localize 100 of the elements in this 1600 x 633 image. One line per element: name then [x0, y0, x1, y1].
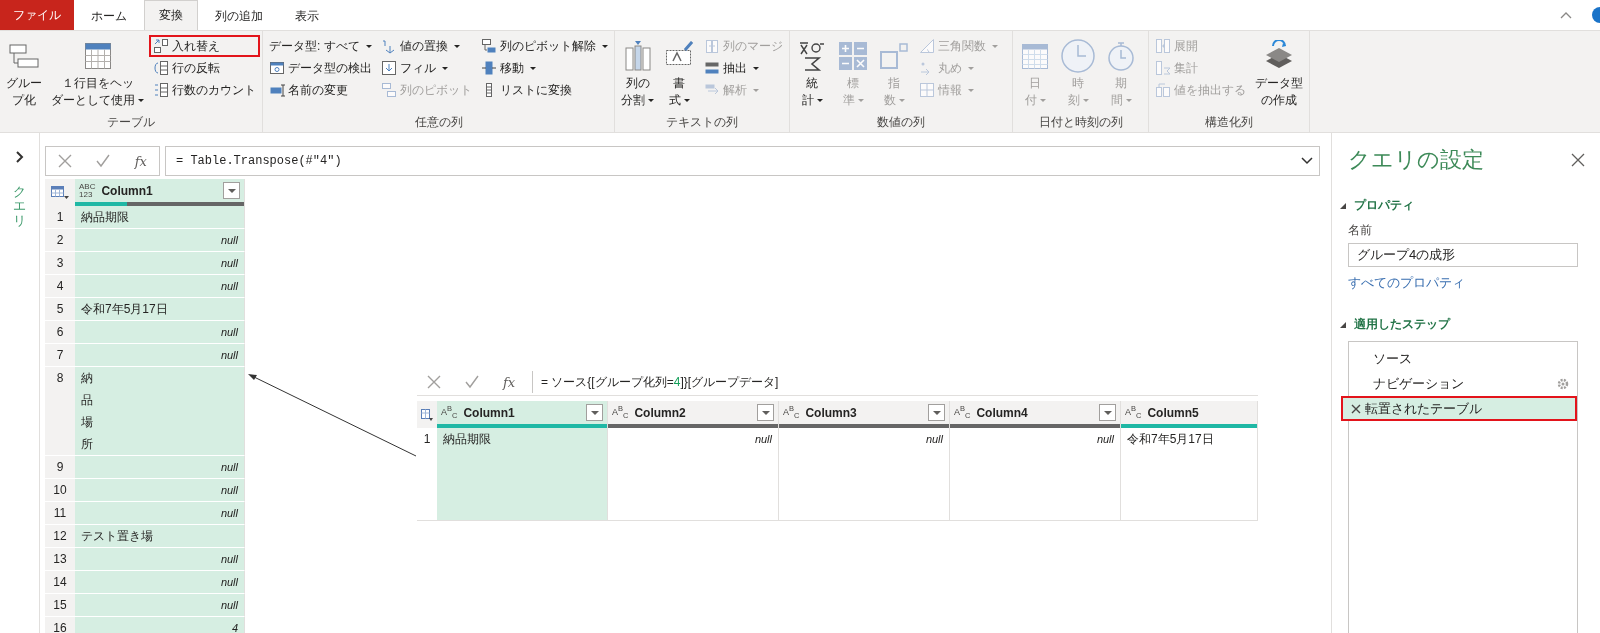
filter-button[interactable] [1099, 404, 1116, 421]
cancel-button[interactable] [58, 154, 73, 168]
delete-icon [1351, 403, 1361, 414]
help-icon [1592, 7, 1600, 23]
properties-link[interactable]: すべてのプロパティ [1348, 274, 1585, 292]
ribbon-button[interactable]: 統 計 [792, 34, 832, 113]
table-cell: null [75, 275, 245, 298]
info-icon [919, 82, 935, 98]
fill-icon [381, 60, 397, 76]
table-cell: テスト置き場 [75, 525, 245, 548]
row-number: 15 [45, 594, 75, 617]
filter-button[interactable] [586, 404, 603, 421]
pane-title: クエリの設定 [1348, 146, 1484, 174]
move-icon [481, 60, 497, 76]
row-number: 11 [45, 502, 75, 525]
detect-icon [269, 60, 285, 76]
ribbon-button[interactable]: 書 式 [659, 34, 699, 113]
cancel-icon [427, 375, 441, 389]
step-item[interactable]: ソース [1349, 346, 1577, 371]
pane-title: クエリ [13, 185, 26, 228]
ribbon-button[interactable]: 行の反転 [149, 57, 260, 79]
expand-button[interactable] [13, 151, 26, 163]
column-header[interactable]: A$^{B}$$_{C}$ Column1 [437, 401, 608, 428]
step-item[interactable]: ナビゲーション [1349, 371, 1577, 396]
ribbon-button[interactable]: データ型 の作成 [1251, 34, 1307, 113]
row-number: 1 [45, 206, 75, 229]
column-name: Column5 [1147, 405, 1200, 420]
section-title: 適用したステップ [1354, 316, 1450, 333]
ribbon-button[interactable]: フィル [377, 57, 476, 79]
column-header[interactable]: A$^{B}$$_{C}$ Column5 [1121, 401, 1258, 428]
ribbon-button[interactable]: データ型の検出 [265, 57, 376, 79]
close-button[interactable] [1571, 153, 1585, 167]
filter-button[interactable] [757, 404, 774, 421]
ribbon-button[interactable]: 移動 [477, 57, 612, 79]
replace-icon [381, 38, 397, 54]
column-header[interactable]: A$^{B}$$_{C}$ Column2 [608, 401, 779, 428]
file-tab[interactable]: ファイル [0, 0, 74, 30]
close-icon [1571, 153, 1585, 167]
unpivot-icon [481, 38, 497, 54]
column-name: Column1 [463, 405, 516, 420]
step-label: ソース [1373, 349, 1413, 368]
table-cell: 令和7年5月17日 [1121, 428, 1258, 521]
calculator-icon [837, 40, 869, 72]
confirm-button[interactable] [96, 154, 111, 168]
chevron-down-icon [1301, 157, 1313, 165]
triangle-icon [919, 38, 935, 54]
group-label: テキストの列 [665, 114, 739, 131]
function-label: fx [134, 153, 147, 169]
ribbon-button[interactable]: １行目をヘッ ダーとして使用 [47, 34, 148, 113]
field-label: 名前 [1348, 222, 1373, 239]
row-number: 13 [45, 548, 75, 571]
type-label: ABC 123 [79, 182, 96, 199]
table-cell: null [75, 252, 245, 275]
filter-button[interactable] [928, 404, 945, 421]
stopwatch-icon [1105, 40, 1137, 72]
row-number: 14 [45, 571, 75, 594]
step-item[interactable]: 転置されたテーブル [1341, 396, 1577, 421]
row-number: 2 [45, 229, 75, 252]
ribbon-button[interactable]: 列のピボット解除 [477, 35, 612, 57]
ribbon-button[interactable]: 入れ替え [149, 35, 260, 57]
table-cell: null [75, 456, 245, 479]
filter-button[interactable] [223, 182, 240, 199]
column-header[interactable]: A$^{B}$$_{C}$ Column4 [950, 401, 1121, 428]
table-menu-icon [51, 185, 69, 200]
cancel-icon [58, 154, 73, 168]
step-label: ナビゲーション [1373, 374, 1465, 393]
formula-text: = ソース{[グループ化列=4]}[グループデータ] [540, 373, 779, 391]
clock-icon [1060, 38, 1096, 74]
table-cell: 納品期限 [75, 206, 245, 229]
expand-icon [1155, 38, 1171, 54]
ribbon-tab[interactable]: ホーム [76, 2, 142, 30]
column-header[interactable]: A$^{B}$$_{C}$ Column3 [779, 401, 950, 428]
extract-values-icon [1155, 82, 1171, 98]
ribbon-button[interactable]: 名前の変更 [265, 79, 376, 101]
function-label: fx [503, 374, 516, 390]
group-label: テーブル [106, 114, 156, 131]
ribbon-button[interactable]: 抽出 [700, 57, 787, 79]
row-number: 10 [45, 479, 75, 502]
table-cell: null [75, 479, 245, 502]
ribbon-tab[interactable]: 変換 [144, 0, 198, 30]
table-cell: null [608, 428, 779, 521]
formula-field[interactable]: = Table.Transpose(#"4") [165, 146, 1320, 176]
table-cell: null [75, 321, 245, 344]
ribbon-button[interactable]: グルー プ化 [2, 34, 46, 113]
ribbon-tab[interactable]: 列の追加 [200, 2, 278, 30]
ribbon-button[interactable]: 行数のカウント [149, 79, 260, 101]
group-label: 任意の列 [413, 114, 464, 131]
check-icon [96, 154, 111, 168]
ribbon-tab[interactable]: 表示 [280, 2, 334, 30]
group-label: 日付と時刻の列 [1037, 114, 1124, 131]
ribbon-button[interactable]: データ型: すべて [265, 35, 376, 57]
ribbon-button[interactable]: リストに変換 [477, 79, 612, 101]
row-number: 12 [45, 525, 75, 548]
pivot-icon [381, 82, 397, 98]
ribbon-button[interactable]: 列の 分割 [617, 34, 658, 113]
table-cell: null [779, 428, 950, 521]
table-cell: null [75, 571, 245, 594]
table-cell: null [75, 594, 245, 617]
ribbon-button[interactable]: 値の置換 [377, 35, 476, 57]
name-field[interactable]: グループ4の成形 [1348, 243, 1578, 267]
